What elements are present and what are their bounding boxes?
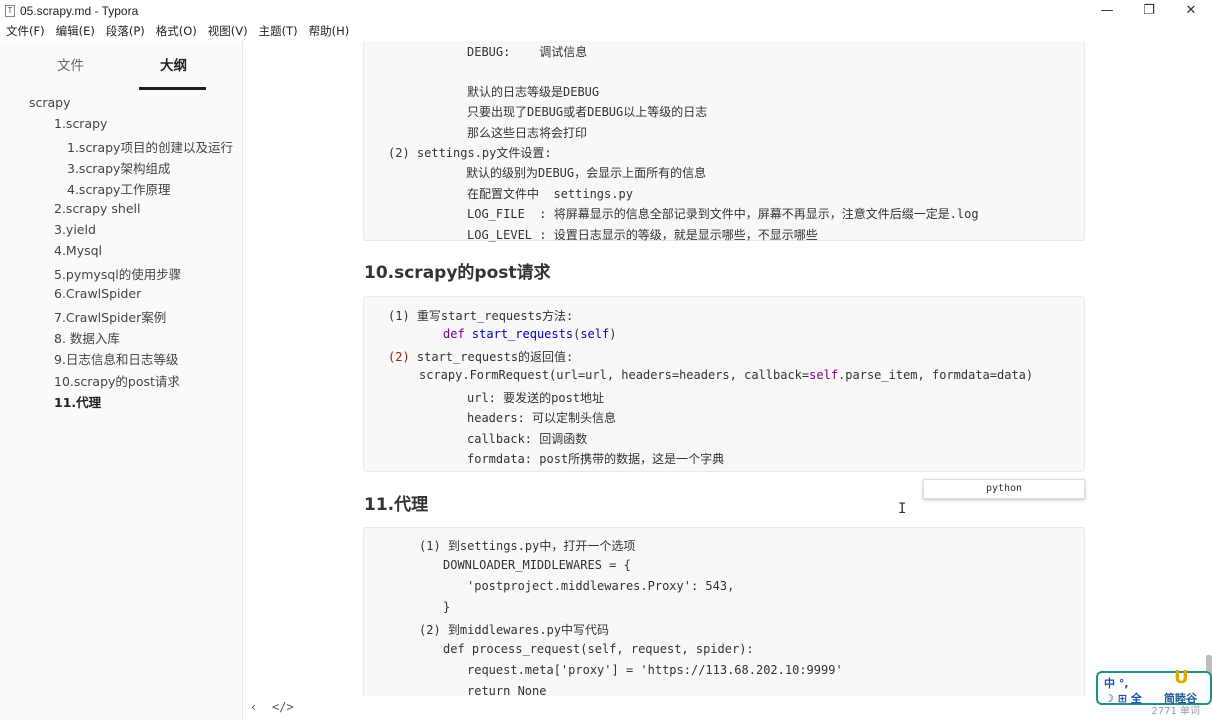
menu-format[interactable]: 格式(O) (150, 23, 202, 39)
outline-item-mysql[interactable]: 4.Mysql (54, 243, 102, 258)
function-name: start_requests (471, 327, 574, 341)
code-block-log-settings[interactable]: DEBUG: 调试信息 默认的日志等级是DEBUG 只要出现了DEBUG或者DE… (363, 41, 1085, 242)
code-text: start_requests的返回值: (409, 350, 574, 364)
code-line: 'postproject.middlewares.Proxy': 543, (467, 579, 735, 593)
menu-bar: 文件(F) 编辑(E) 段落(P) 格式(O) 视图(V) 主题(T) 帮助(H… (0, 21, 1212, 41)
minimize-button[interactable]: — (1086, 0, 1128, 21)
code-text: scrapy.FormRequest(url=url, headers=head… (419, 368, 810, 382)
paren: ) (609, 327, 617, 341)
code-line: formdata: post所携带的数据，这是一个字典 (467, 452, 725, 466)
outline-item-1-scrapy[interactable]: 1.scrapy (54, 116, 107, 131)
heading-proxy: 11.代理 (364, 495, 429, 515)
title-bar: T 05.scrapy.md - Typora — ❐ ✕ (0, 0, 1212, 21)
heading-post-request: 10.scrapy的post请求 (364, 263, 551, 283)
status-bar: ‹ </> 2771 单词 (244, 696, 1212, 720)
toggle-sidebar-icon[interactable]: ‹ (250, 700, 257, 714)
code-line: 默认的级别为DEBUG，会显示上面所有的信息 (466, 166, 707, 180)
outline-item-crawlspider-case[interactable]: 7.CrawlSpider案例 (54, 307, 166, 326)
code-line: scrapy.FormRequest(url=url, headers=head… (419, 368, 1033, 382)
outline-item-proxy[interactable]: 11.代理 (54, 392, 101, 411)
number-token: (2) (388, 350, 410, 364)
menu-paragraph[interactable]: 段落(P) (100, 23, 150, 39)
code-language-input[interactable]: python (923, 479, 1085, 499)
window-title: 05.scrapy.md - Typora (20, 3, 139, 18)
ime-toolbar[interactable]: 中 °, ☽ ⊞ 全 U 简睦谷 (1096, 667, 1212, 706)
code-line: LOG_FILE : 将屏幕显示的信息全部记录到文件中，屏幕不再显示，注意文件后… (467, 207, 979, 221)
maximize-button[interactable]: ❐ (1128, 0, 1170, 21)
outline-item-principle[interactable]: 4.scrapy工作原理 (67, 179, 170, 198)
code-line: def start_requests(self) (443, 327, 616, 341)
outline-item-log-level[interactable]: 9.日志信息和日志等级 (54, 349, 178, 368)
text-cursor-icon: I (898, 501, 907, 517)
code-line: (2) 到middlewares.py中写代码 (419, 623, 610, 637)
code-line: (1) 重写start_requests方法: (388, 309, 574, 323)
code-line: (1) 到settings.py中，打开一个选项 (419, 539, 636, 553)
ime-brand-label: 简睦谷 (1164, 692, 1197, 705)
source-code-mode-icon[interactable]: </> (272, 700, 294, 714)
outline-item-scrapy[interactable]: scrapy (29, 95, 71, 110)
ime-options[interactable]: ☽ ⊞ 全 (1104, 690, 1142, 706)
code-line: headers: 可以定制头信息 (467, 411, 617, 425)
active-tab-indicator (139, 87, 206, 90)
code-line: DEBUG: 调试信息 (467, 45, 588, 59)
outline-item-db-store[interactable]: 8. 数据入库 (54, 328, 120, 347)
code-block-post-request[interactable]: (1) 重写start_requests方法: def start_reques… (363, 296, 1085, 472)
param-self: self (580, 327, 610, 341)
outline-item-architecture[interactable]: 3.scrapy架构组成 (67, 158, 170, 177)
code-line: (2) settings.py文件设置: (388, 146, 552, 160)
code-line: 只要出现了DEBUG或者DEBUG以上等级的日志 (467, 105, 708, 119)
keyword-def: def (443, 327, 465, 341)
sidebar-tabs: 文件 大纲 (0, 51, 243, 90)
code-line: (2) start_requests的返回值: (388, 348, 573, 365)
code-text: .parse_item, formdata=data) (838, 368, 1034, 382)
code-line: 那么这些日志将会打印 (467, 126, 588, 140)
ime-mode-indicator[interactable]: 中 °, (1104, 675, 1129, 691)
tab-outline[interactable]: 大纲 (160, 54, 187, 74)
code-line: 在配置文件中 settings.py (467, 187, 633, 201)
keyword-self: self (809, 368, 839, 382)
outline-item-pymysql[interactable]: 5.pymysql的使用步骤 (54, 264, 181, 283)
code-line: DOWNLOADER_MIDDLEWARES = { (443, 558, 631, 572)
menu-theme[interactable]: 主题(T) (253, 23, 303, 39)
editor-area[interactable]: DEBUG: 调试信息 默认的日志等级是DEBUG 只要出现了DEBUG或者DE… (244, 41, 1212, 696)
code-block-proxy[interactable]: (1) 到settings.py中，打开一个选项 DOWNLOADER_MIDD… (363, 527, 1085, 696)
code-line: url: 要发送的post地址 (467, 391, 605, 405)
tab-files[interactable]: 文件 (57, 54, 84, 74)
menu-help[interactable]: 帮助(H) (303, 23, 355, 39)
close-button[interactable]: ✕ (1170, 0, 1212, 21)
code-line: def process_request(self, request, spide… (443, 642, 754, 656)
typora-app-icon: T (5, 4, 15, 17)
code-line: LOG_LEVEL : 设置日志显示的等级，就是显示哪些，不显示哪些 (467, 228, 818, 242)
outline-item-scrapy-shell[interactable]: 2.scrapy shell (54, 201, 141, 216)
outline-item-crawlspider[interactable]: 6.CrawlSpider (54, 286, 141, 301)
outline-item-post-request[interactable]: 10.scrapy的post请求 (54, 371, 180, 390)
outline-item-yield[interactable]: 3.yield (54, 222, 96, 237)
code-line: request.meta['proxy'] = 'https://113.68.… (467, 663, 843, 677)
menu-edit[interactable]: 编辑(E) (50, 23, 100, 39)
window-controls: — ❐ ✕ (1086, 0, 1212, 21)
code-line: } (443, 600, 451, 614)
code-line: return None (467, 684, 547, 696)
outline-item-project-create[interactable]: 1.scrapy项目的创建以及运行 (67, 137, 233, 156)
menu-file[interactable]: 文件(F) (0, 23, 50, 39)
sidebar: 文件 大纲 scrapy 1.scrapy 1.scrapy项目的创建以及运行 … (0, 41, 243, 720)
code-line: 默认的日志等级是DEBUG (467, 85, 600, 99)
code-line: callback: 回调函数 (467, 432, 588, 446)
menu-view[interactable]: 视图(V) (202, 23, 253, 39)
ime-logo-icon: U (1174, 667, 1189, 688)
